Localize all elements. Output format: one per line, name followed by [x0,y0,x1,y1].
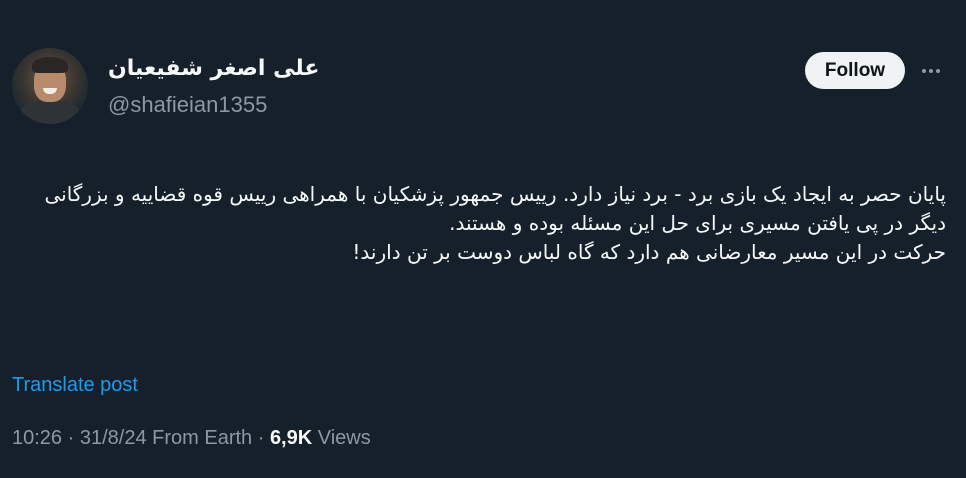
translate-post-link[interactable]: Translate post [12,374,138,397]
views-count[interactable]: 6,9K [270,427,312,449]
follow-button[interactable]: Follow [805,52,905,89]
tweet-meta: 10:26 · 31/8/24 From Earth · 6,9K Views [12,427,371,450]
more-dot [929,69,933,73]
author-display-name[interactable]: علی اصغر شفیعیان [108,56,319,81]
meta-separator: · [62,427,80,449]
more-icon[interactable] [916,58,946,84]
meta-separator: · [252,427,270,449]
views-label: Views [312,427,371,449]
tweet-paragraph: پایان حصر به ایجاد یک بازی برد - برد نیا… [44,182,946,235]
more-dot [922,69,926,73]
tweet-paragraph: حرکت در این مسیر معارضانی هم دارد که گاه… [352,240,946,264]
avatar[interactable] [12,48,88,124]
tweet-source: From Earth [146,427,253,449]
avatar-shoulders [20,100,80,124]
avatar-hair [32,57,68,73]
more-dot [936,69,940,73]
tweet-date[interactable]: 31/8/24 [80,427,147,449]
tweet-time[interactable]: 10:26 [12,427,62,449]
tweet-text: پایان حصر به ایجاد یک بازی برد - برد نیا… [14,180,946,267]
author-handle[interactable]: @shafieian1355 [108,92,267,118]
